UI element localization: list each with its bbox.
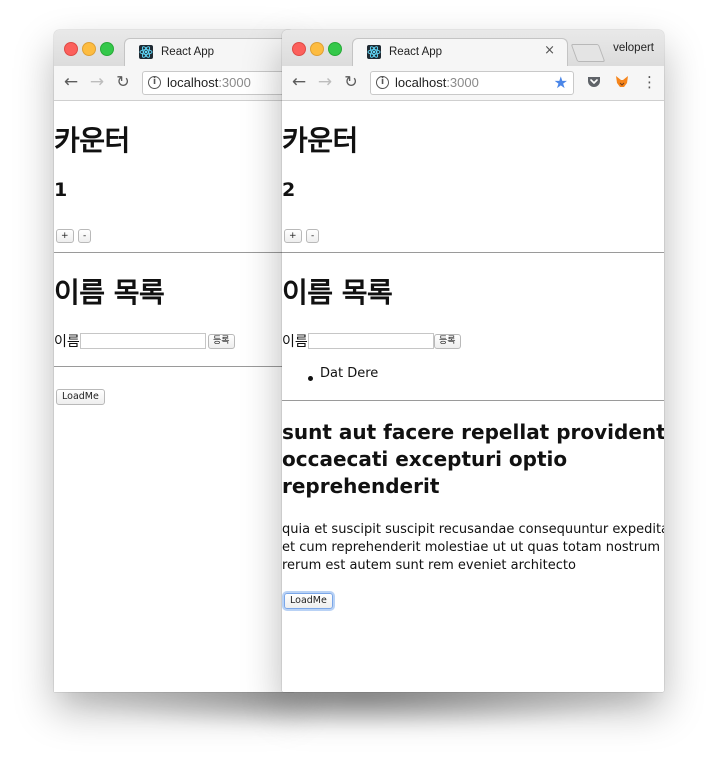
- address-bar[interactable]: i localhost:3000: [142, 71, 294, 95]
- maximize-window-button[interactable]: [100, 42, 114, 56]
- page-viewport: 카운터 2 + - 이름 목록 이름 등록 Dat Dere sunt aut …: [282, 101, 664, 692]
- profile-name[interactable]: velopert: [613, 42, 654, 54]
- names-heading: 이름 목록: [282, 276, 393, 309]
- submit-name-button[interactable]: 등록: [434, 334, 461, 349]
- address-bar[interactable]: i localhost:3000 ★: [370, 71, 574, 95]
- names-heading: 이름 목록: [54, 276, 165, 309]
- kebab-menu-icon[interactable]: ⋮: [642, 73, 657, 91]
- forward-arrow-icon[interactable]: →: [88, 73, 106, 91]
- reload-icon[interactable]: ↻: [114, 73, 132, 91]
- increment-button[interactable]: +: [56, 229, 74, 243]
- minimize-window-button[interactable]: [82, 42, 96, 56]
- maximize-window-button[interactable]: [328, 42, 342, 56]
- url-text: localhost:3000: [395, 75, 479, 90]
- divider: [54, 252, 294, 253]
- tab-title: React App: [161, 46, 215, 58]
- reload-icon[interactable]: ↻: [342, 73, 360, 91]
- load-me-button[interactable]: LoadMe: [56, 389, 105, 405]
- browser-window-right: React App × velopert ← → ↻ i localhost:3…: [282, 30, 664, 692]
- name-field-label: 이름: [282, 334, 308, 350]
- counter-heading: 카운터: [282, 124, 358, 157]
- submit-name-button[interactable]: 등록: [208, 334, 235, 349]
- post-body-line: rerum est autem sunt rem eveniet archite…: [282, 558, 576, 573]
- close-window-button[interactable]: [292, 42, 306, 56]
- divider: [54, 366, 294, 367]
- counter-value: 1: [54, 179, 68, 201]
- post-title: sunt aut facere repellat provident occae…: [282, 419, 664, 500]
- title-bar[interactable]: React App × velopert: [282, 30, 664, 67]
- post-title-line: occaecati excepturi optio: [282, 447, 568, 471]
- increment-button[interactable]: +: [284, 229, 302, 243]
- decrement-button[interactable]: -: [78, 229, 92, 243]
- post-body: quia et suscipit suscipit recusandae con…: [282, 521, 664, 575]
- react-logo-icon: [367, 45, 381, 59]
- browser-tab[interactable]: React App ×: [352, 38, 568, 67]
- title-bar[interactable]: React App: [54, 30, 294, 67]
- list-bullet: [308, 376, 313, 381]
- list-item: Dat Dere: [320, 366, 379, 381]
- name-input[interactable]: [80, 333, 206, 349]
- page-viewport: 카운터 1 + - 이름 목록 이름 등록 LoadMe: [54, 101, 294, 692]
- react-logo-icon: [139, 45, 153, 59]
- info-icon[interactable]: i: [376, 76, 389, 89]
- post-body-line: et cum reprehenderit molestiae ut ut qua…: [282, 540, 661, 555]
- browser-window-left: React App ← → ↻ i localhost:3000 카운터 1 +…: [54, 30, 294, 692]
- new-tab-button[interactable]: [570, 44, 606, 62]
- close-window-button[interactable]: [64, 42, 78, 56]
- forward-arrow-icon[interactable]: →: [316, 73, 334, 91]
- back-arrow-icon[interactable]: ←: [62, 73, 80, 91]
- browser-tab[interactable]: React App: [124, 38, 294, 67]
- tab-title: React App: [389, 46, 443, 58]
- browser-toolbar: ← → ↻ i localhost:3000 ★ ⋮: [282, 66, 664, 101]
- counter-value: 2: [282, 179, 296, 201]
- divider: [282, 252, 664, 253]
- counter-heading: 카운터: [54, 124, 130, 157]
- post-body-line: quia et suscipit suscipit recusandae con…: [282, 522, 664, 537]
- post-title-line: sunt aut facere repellat provident: [282, 420, 664, 444]
- back-arrow-icon[interactable]: ←: [290, 73, 308, 91]
- metamask-fox-icon[interactable]: [614, 74, 630, 90]
- name-field-label: 이름: [54, 334, 80, 350]
- post-title-line: reprehenderit: [282, 474, 440, 498]
- close-tab-icon[interactable]: ×: [544, 43, 555, 58]
- name-input[interactable]: [308, 333, 434, 349]
- pocket-icon[interactable]: [586, 74, 602, 90]
- browser-toolbar: ← → ↻ i localhost:3000: [54, 66, 294, 101]
- divider: [282, 400, 664, 401]
- decrement-button[interactable]: -: [306, 229, 320, 243]
- info-icon[interactable]: i: [148, 76, 161, 89]
- load-me-button[interactable]: LoadMe: [284, 593, 333, 609]
- bookmark-star-icon[interactable]: ★: [554, 73, 568, 92]
- url-text: localhost:3000: [167, 75, 251, 90]
- minimize-window-button[interactable]: [310, 42, 324, 56]
